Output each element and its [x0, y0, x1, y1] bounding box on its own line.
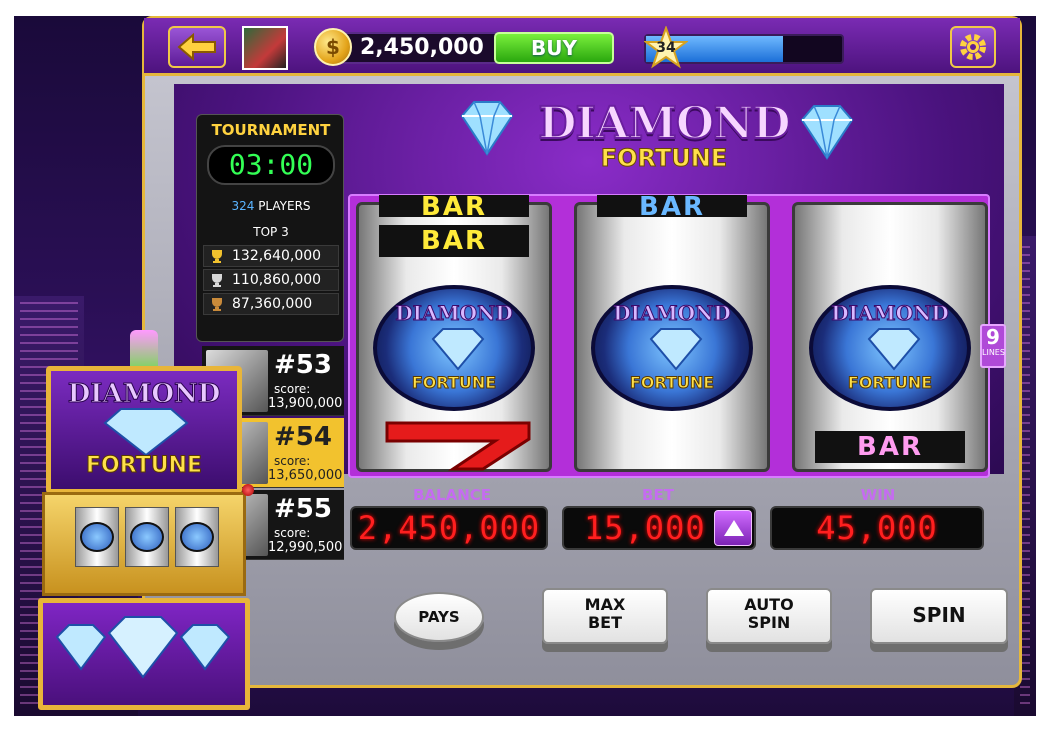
tournament-timer: 03:00: [207, 145, 335, 185]
button-label: BET: [587, 613, 623, 632]
diamond-icon: [431, 328, 485, 371]
diamond-icon: [867, 328, 921, 371]
bar-symbol: BAR: [597, 194, 747, 220]
level-star: 34: [644, 26, 688, 70]
diamond-icon: [649, 328, 703, 371]
settings-button[interactable]: [950, 26, 996, 68]
score-label: score:: [274, 526, 311, 540]
buy-button[interactable]: BUY: [494, 32, 614, 64]
lever-knob: [242, 484, 254, 496]
game-subtitle: FORTUNE: [600, 144, 728, 173]
seven-symbol-icon: [385, 421, 531, 471]
diamond-fortune-symbol: DIAMOND FORTUNE: [373, 285, 535, 411]
diamond-icon: [103, 408, 189, 457]
symbol-text: FORTUNE: [411, 373, 497, 393]
diamond-fortune-symbol: DIAMOND FORTUNE: [591, 285, 753, 411]
score-label: score:: [274, 382, 311, 396]
game-screen: $ 2,450,000 BUY 34 DIAMOND FORTUNE TOURN…: [14, 16, 1036, 716]
top-score-row: 87,360,000: [203, 293, 339, 315]
win-label: WIN: [860, 486, 896, 504]
diamond-icon: [800, 105, 854, 160]
auto-spin-button[interactable]: AUTO SPIN: [706, 588, 832, 644]
reel-1: BAR BAR DIAMOND FORTUNE: [356, 194, 552, 472]
bar-symbol: BAR: [815, 431, 965, 463]
win-meter: 45,000: [770, 506, 984, 550]
max-bet-button[interactable]: MAX BET: [542, 588, 668, 644]
bronze-trophy-icon: [212, 298, 222, 311]
tournament-title: TOURNAMENT: [211, 121, 331, 139]
bar-symbol: BAR: [379, 194, 529, 220]
bottle-decoration: [130, 330, 158, 370]
mini-symbol: [180, 522, 214, 552]
top-score-value: 87,360,000: [232, 296, 313, 312]
mini-reel: [125, 507, 169, 567]
game-title: DIAMOND: [537, 97, 791, 150]
silver-trophy-icon: [212, 274, 222, 287]
paylines-count: 9: [986, 325, 1000, 349]
diamond-icon: [460, 101, 514, 156]
button-label: MAX: [584, 595, 626, 614]
reels-area: BAR BAR DIAMOND FORTUNE BAR DIAMOND FORT…: [348, 194, 990, 478]
mini-symbol: [130, 522, 164, 552]
mini-machine-body: [42, 492, 246, 596]
top-score-value: 132,640,000: [232, 248, 322, 264]
diamond-fortune-symbol: DIAMOND FORTUNE: [809, 285, 971, 411]
tournament-players: 324 PLAYERS: [197, 199, 345, 213]
pays-button[interactable]: PAYS: [394, 592, 484, 642]
top-score-row: 132,640,000: [203, 245, 339, 267]
bar-symbol: BAR: [379, 225, 529, 257]
rank-number: #55: [274, 494, 332, 524]
button-label: SPIN: [747, 613, 791, 632]
coin-balance: 2,450,000: [360, 35, 484, 60]
paylines-label: LINES: [982, 348, 1005, 357]
diamonds-icon: [55, 616, 231, 679]
button-label: AUTO: [744, 595, 794, 614]
rank-number: #54: [274, 422, 332, 452]
arrow-left-icon: [177, 33, 216, 61]
symbol-text: DIAMOND: [613, 301, 731, 326]
mini-machine-marquee: DIAMOND FORTUNE: [46, 366, 242, 494]
score-value: 13,900,000: [268, 396, 343, 411]
score-value: 13,650,000: [268, 468, 343, 483]
paylines-badge: 9 LINES: [980, 324, 1006, 368]
top3-label: TOP 3: [253, 225, 289, 239]
symbol-text: FORTUNE: [847, 373, 933, 393]
bet-increase-button[interactable]: [714, 510, 752, 546]
gear-icon: [960, 34, 986, 60]
rank-number: #53: [274, 350, 332, 380]
back-button[interactable]: [168, 26, 226, 68]
reel-2: BAR DIAMOND FORTUNE: [574, 194, 770, 472]
symbol-text: DIAMOND: [395, 301, 513, 326]
reel-3: DIAMOND FORTUNE BAR: [792, 202, 988, 472]
symbol-text: DIAMOND: [831, 301, 949, 326]
level-number: 34: [656, 40, 676, 56]
top-score-row: 110,860,000: [203, 269, 339, 291]
balance-label: BALANCE: [412, 486, 492, 504]
bet-label: BET: [642, 486, 674, 504]
spin-button[interactable]: SPIN: [870, 588, 1008, 644]
avatar[interactable]: [242, 26, 288, 70]
tournament-panel[interactable]: TOURNAMENT 03:00 324 PLAYERS TOP 3 132,6…: [196, 114, 344, 342]
mini-symbol: [80, 522, 114, 552]
gold-trophy-icon: [212, 250, 222, 263]
mini-reel: [75, 507, 119, 567]
top-score-value: 110,860,000: [232, 272, 322, 288]
coin-icon: $: [314, 28, 352, 66]
players-label: PLAYERS: [258, 199, 311, 213]
players-count: 324: [231, 199, 255, 213]
mini-subtitle: FORTUNE: [86, 453, 203, 479]
mini-reel: [175, 507, 219, 567]
top-bar: $ 2,450,000 BUY 34: [144, 18, 1020, 76]
balance-meter: 2,450,000: [350, 506, 548, 550]
score-label: score:: [274, 454, 311, 468]
mini-title: DIAMOND: [67, 379, 221, 410]
symbol-text: FORTUNE: [629, 373, 715, 393]
mini-machine-base: [38, 598, 250, 710]
score-value: 12,990,500: [268, 540, 343, 555]
mini-slot-machine-promo[interactable]: DIAMOND FORTUNE: [38, 330, 254, 716]
